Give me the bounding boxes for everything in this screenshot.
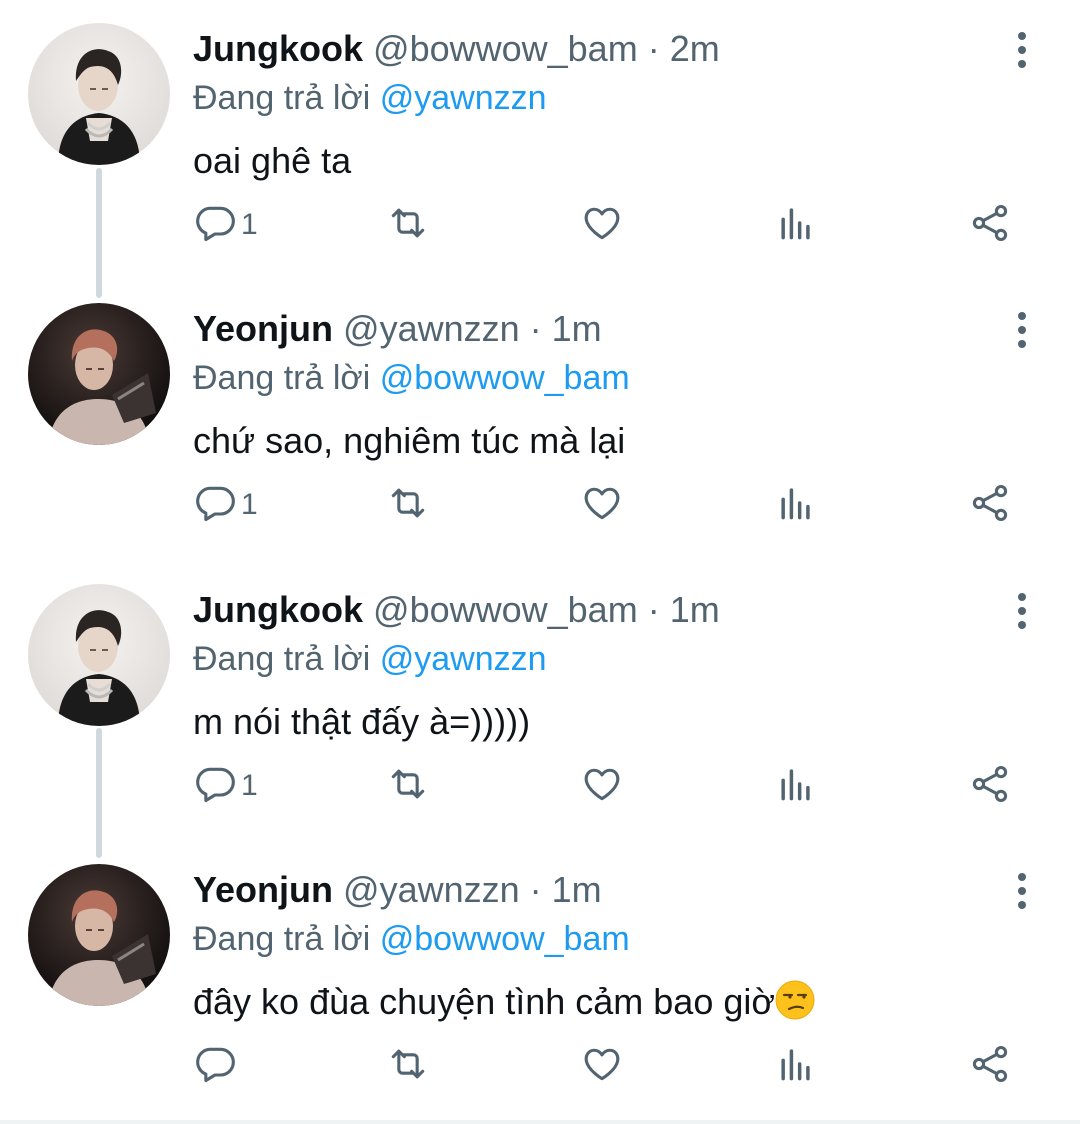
replying-to: Đang trả lời @yawnzzn (193, 636, 547, 682)
reply-button[interactable]: 1 (193, 751, 258, 821)
action-bar: 1 (0, 751, 1080, 821)
replying-to: Đang trả lời @yawnzzn (193, 75, 547, 121)
share-icon (968, 481, 1012, 530)
handle[interactable]: @bowwow_bam (373, 28, 638, 69)
display-name[interactable]: Jungkook (193, 589, 363, 630)
retweet-button[interactable] (386, 751, 430, 821)
tweet[interactable]: Yeonjun @yawnzzn · 1m Đang trả lời @boww… (0, 841, 1080, 1121)
display-name[interactable]: Jungkook (193, 28, 363, 69)
reply-count: 1 (241, 208, 258, 241)
timestamp[interactable]: · 1m (648, 589, 720, 630)
more-options-icon[interactable] (1004, 591, 1040, 631)
replying-to: Đang trả lời @bowwow_bam (193, 916, 630, 962)
handle[interactable]: @yawnzzn (343, 869, 520, 910)
retweet-icon (386, 201, 430, 250)
views-button[interactable] (774, 1031, 818, 1101)
timestamp[interactable]: · 1m (530, 308, 602, 349)
retweet-icon (386, 481, 430, 530)
reply-icon (193, 201, 237, 250)
avatar[interactable] (28, 303, 170, 445)
tweet[interactable]: Jungkook @bowwow_bam · 1m Đang trả lời @… (0, 561, 1080, 841)
action-bar: 1 (0, 190, 1080, 260)
avatar[interactable] (28, 584, 170, 726)
tweet-header: Jungkook @bowwow_bam · 1m (193, 586, 720, 634)
mention-link[interactable]: @yawnzzn (380, 640, 547, 678)
reply-icon (193, 1042, 237, 1091)
handle[interactable]: @bowwow_bam (373, 589, 638, 630)
divider (0, 1120, 1080, 1124)
views-button[interactable] (774, 470, 818, 540)
action-bar: 1 (0, 470, 1080, 540)
handle[interactable]: @yawnzzn (343, 308, 520, 349)
views-icon (774, 201, 818, 250)
like-button[interactable] (580, 470, 624, 540)
share-button[interactable] (968, 190, 1012, 260)
display-name[interactable]: Yeonjun (193, 308, 333, 349)
tweet[interactable]: Yeonjun @yawnzzn · 1m Đang trả lời @boww… (0, 280, 1080, 560)
tweet-header: Yeonjun @yawnzzn · 1m (193, 305, 602, 353)
like-button[interactable] (580, 1031, 624, 1101)
more-options-icon[interactable] (1004, 871, 1040, 911)
retweet-button[interactable] (386, 470, 430, 540)
tweet-header: Yeonjun @yawnzzn · 1m (193, 866, 602, 914)
reply-icon (193, 481, 237, 530)
like-button[interactable] (580, 190, 624, 260)
replying-to-label: Đang trả lời (193, 79, 371, 117)
reply-button[interactable]: 1 (193, 470, 258, 540)
retweet-icon (386, 762, 430, 811)
share-button[interactable] (968, 1031, 1012, 1101)
reply-icon (193, 762, 237, 811)
replying-to-label: Đang trả lời (193, 920, 371, 958)
like-icon (580, 201, 624, 250)
retweet-button[interactable] (386, 1031, 430, 1101)
views-icon (774, 1042, 818, 1091)
views-button[interactable] (774, 751, 818, 821)
share-icon (968, 201, 1012, 250)
reply-count: 1 (241, 769, 258, 802)
reply-button[interactable] (193, 1031, 241, 1101)
tweet-text: chứ sao, nghiêm túc mà lại (193, 420, 626, 461)
retweet-button[interactable] (386, 190, 430, 260)
retweet-icon (386, 1042, 430, 1091)
views-icon (774, 481, 818, 530)
tweet-text: m nói thật đấy à=))))) (193, 701, 531, 742)
reply-count: 1 (241, 488, 258, 521)
like-icon (580, 481, 624, 530)
share-icon (968, 1042, 1012, 1091)
tweet-text: đây ko đùa chuyện tình cảm bao giờ (193, 978, 815, 1026)
action-bar (0, 1031, 1080, 1101)
like-icon (580, 762, 624, 811)
like-button[interactable] (580, 751, 624, 821)
share-button[interactable] (968, 470, 1012, 540)
replying-to-label: Đang trả lời (193, 359, 371, 397)
mention-link[interactable]: @bowwow_bam (380, 359, 630, 397)
reply-button[interactable]: 1 (193, 190, 258, 260)
timestamp[interactable]: · 1m (530, 869, 602, 910)
tweet-header: Jungkook @bowwow_bam · 2m (193, 25, 720, 73)
tweet-text: oai ghê ta (193, 140, 352, 181)
avatar[interactable] (28, 23, 170, 165)
views-button[interactable] (774, 190, 818, 260)
mention-link[interactable]: @bowwow_bam (380, 920, 630, 958)
mention-link[interactable]: @yawnzzn (380, 79, 547, 117)
unamused-face-emoji (775, 980, 815, 1020)
display-name[interactable]: Yeonjun (193, 869, 333, 910)
replying-to: Đang trả lời @bowwow_bam (193, 355, 630, 401)
tweet-text-body: đây ko đùa chuyện tình cảm bao giờ (193, 981, 775, 1022)
replying-to-label: Đang trả lời (193, 640, 371, 678)
like-icon (580, 1042, 624, 1091)
share-icon (968, 762, 1012, 811)
more-options-icon[interactable] (1004, 30, 1040, 70)
more-options-icon[interactable] (1004, 310, 1040, 350)
share-button[interactable] (968, 751, 1012, 821)
avatar[interactable] (28, 864, 170, 1006)
views-icon (774, 762, 818, 811)
timestamp[interactable]: · 2m (648, 28, 720, 69)
tweet[interactable]: Jungkook @bowwow_bam · 2m Đang trả lời @… (0, 0, 1080, 280)
